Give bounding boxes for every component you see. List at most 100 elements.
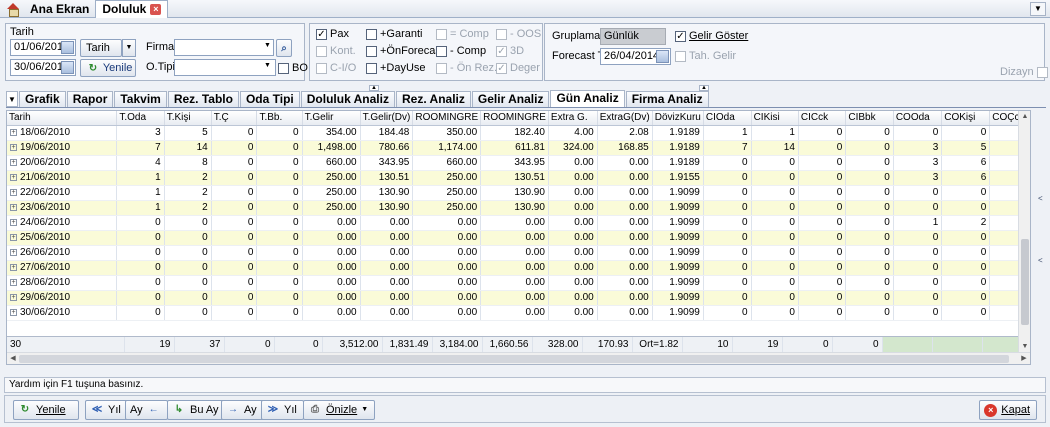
tab-takvim[interactable]: Takvim [114, 91, 167, 107]
chevron-down-icon[interactable]: ▼ [264, 42, 271, 49]
chevron-down-icon[interactable]: ▼ [1030, 2, 1046, 16]
pax-checkbox[interactable]: ✓ Pax [316, 28, 349, 40]
expand-icon[interactable]: + [10, 248, 17, 256]
expand-icon[interactable]: + [10, 293, 17, 301]
column-header[interactable]: Extra G. [548, 111, 598, 126]
table-row[interactable]: +30/06/2010 0 0 0 0 0.00 0.00 0.00 0.00 0.00 0.00 1… [7, 305, 1030, 321]
tab-rez-tablo[interactable]: Rez. Tablo [167, 91, 239, 107]
forecast-date-input[interactable]: 26/04/2014 [600, 48, 671, 65]
chevron-down-icon[interactable]: ▼ [361, 401, 368, 419]
table-row[interactable]: +23/06/2010 1 2 0 0 250.00 130.90 250.00 130.90 0… [7, 200, 1030, 216]
tab-oda-tipi[interactable]: Oda Tipi [239, 91, 300, 107]
prev-month-button[interactable]: Ay ← [125, 400, 168, 420]
calendar-icon[interactable] [656, 50, 669, 63]
expand-icon[interactable]: + [10, 143, 17, 151]
table-row[interactable]: +24/06/2010 0 0 0 0 0.00 0.00 0.00 0.00 0.00 0.00 1… [7, 215, 1030, 231]
garanti-checkbox[interactable]: +Garanti [366, 28, 423, 40]
calendar-icon[interactable] [61, 41, 74, 54]
expand-icon[interactable]: + [10, 188, 17, 196]
close-icon[interactable]: × [150, 3, 162, 15]
column-header[interactable]: CIKisi [751, 111, 799, 126]
scroll-right-icon[interactable]: ▶ [1018, 353, 1030, 364]
gelir-goster-checkbox[interactable]: ✓ Gelir Göster [675, 30, 748, 42]
chevron-left-icon[interactable]: < [1038, 194, 1047, 208]
scroll-left-icon[interactable]: ◀ [7, 353, 19, 364]
preview-button[interactable]: ⎙ Önizle ▼ [303, 400, 376, 420]
column-header[interactable]: Tarih [7, 111, 118, 126]
dayuse-checkbox[interactable]: +DayUse [366, 62, 426, 74]
horizontal-scrollbar[interactable]: ◀ ▶ [7, 352, 1030, 364]
close-button[interactable]: × Kapat [979, 400, 1037, 420]
search-button[interactable]: ⌕ [276, 39, 292, 57]
expand-icon[interactable]: + [10, 218, 17, 226]
tab-ana-ekran[interactable]: Ana Ekran [24, 0, 95, 18]
tab-firma-analiz[interactable]: Firma Analiz [625, 91, 709, 107]
bo-checkbox[interactable]: BO [278, 62, 308, 74]
date-to-input[interactable]: 30/06/2010 [10, 59, 76, 76]
next-month-button[interactable]: → Ay [221, 400, 264, 420]
onforecast-checkbox[interactable]: +ÖnForecast [366, 45, 444, 57]
column-header[interactable]: ExtraG(Dv) [597, 111, 653, 126]
table-row[interactable]: +28/06/2010 0 0 0 0 0.00 0.00 0.00 0.00 0.00 0.00 1… [7, 275, 1030, 291]
column-header[interactable]: T.Kişi [164, 111, 212, 126]
column-header[interactable]: ROOMINGRE [412, 111, 482, 126]
table-row[interactable]: +18/06/2010 3 5 0 0 354.00 184.48 350.00 182.40 4… [7, 125, 1030, 141]
table-row[interactable]: +29/06/2010 0 0 0 0 0.00 0.00 0.00 0.00 0.00 0.00 1… [7, 290, 1030, 306]
calendar-icon[interactable] [61, 61, 74, 74]
expand-icon[interactable]: + [10, 173, 17, 181]
vertical-scroll-thumb[interactable] [1021, 239, 1029, 325]
column-header[interactable]: ROOMINGRE [480, 111, 549, 126]
column-header[interactable]: T.Gelir [302, 111, 361, 126]
scroll-up-icon[interactable]: ▲ [1019, 111, 1030, 123]
date-from-input[interactable]: 01/06/2010 [10, 39, 76, 56]
expand-icon[interactable]: + [10, 263, 17, 271]
otipi-select[interactable] [174, 59, 276, 76]
table-row[interactable]: +27/06/2010 0 0 0 0 0.00 0.00 0.00 0.00 0.00 0.00 1… [7, 260, 1030, 276]
expand-icon[interactable]: + [10, 233, 17, 241]
table-row[interactable]: +19/06/2010 7 14 0 0 1,498.00 780.66 1,174.00 61… [7, 140, 1030, 156]
column-header[interactable]: T.Bb. [256, 111, 303, 126]
column-header[interactable]: COKişi [941, 111, 991, 126]
tab-grafik[interactable]: Grafik [19, 91, 66, 107]
horizontal-scroll-thumb[interactable] [19, 355, 1009, 363]
column-header[interactable]: COOda [893, 111, 943, 126]
this-month-button[interactable]: ↳ Bu Ay [167, 400, 226, 420]
expand-icon[interactable]: + [10, 278, 17, 286]
prev-year-button[interactable]: ≪ Yıl [85, 400, 128, 420]
expand-icon[interactable]: + [10, 128, 17, 136]
column-header[interactable]: CIOda [703, 111, 752, 126]
table-row[interactable]: +26/06/2010 0 0 0 0 0.00 0.00 0.00 0.00 0.00 0.00 1… [7, 245, 1030, 261]
chevron-down-icon[interactable]: ▼ [264, 62, 271, 69]
column-header[interactable]: T.Oda [116, 111, 165, 126]
chevron-down-icon[interactable]: ▼ [6, 91, 18, 107]
comp-minus-checkbox[interactable]: - Comp [436, 45, 486, 57]
tab-rez-analiz[interactable]: Rez. Analiz [395, 91, 471, 107]
tab-doluluk-analiz[interactable]: Doluluk Analiz [300, 91, 395, 107]
refresh-button[interactable]: ↻ Yenile [13, 400, 79, 420]
column-header[interactable]: T.Gelir(Dv) [360, 111, 414, 126]
table-row[interactable]: +20/06/2010 4 8 0 0 660.00 343.95 660.00 343.95 0… [7, 155, 1030, 171]
refresh-filter-button[interactable]: ↻ Yenile [80, 59, 136, 77]
gruplama-select[interactable]: Günlük [600, 28, 666, 45]
vertical-scrollbar[interactable]: ▲ ▼ [1018, 111, 1030, 353]
table-row[interactable]: +22/06/2010 1 2 0 0 250.00 130.90 250.00 130.90 0… [7, 185, 1030, 201]
tab-doluluk[interactable]: Doluluk × [95, 0, 169, 18]
column-header[interactable]: T.Ç [211, 111, 258, 126]
tab-gelir-analiz[interactable]: Gelir Analiz [471, 91, 550, 107]
table-row[interactable]: +21/06/2010 1 2 0 0 250.00 130.51 250.00 130.51 0… [7, 170, 1030, 186]
table-row[interactable]: +25/06/2010 0 0 0 0 0.00 0.00 0.00 0.00 0.00 0.00 1… [7, 230, 1030, 246]
date-mode-button[interactable]: Tarih [80, 39, 122, 57]
tab-gun-analiz[interactable]: Gün Analiz [550, 90, 625, 107]
tab-rapor[interactable]: Rapor [66, 91, 114, 107]
next-year-button[interactable]: ≫ Yıl [261, 400, 304, 420]
bo-checkbox-box[interactable] [278, 62, 289, 74]
date-mode-dropdown[interactable]: ▼ [122, 39, 136, 57]
column-header[interactable]: DövizKuru [652, 111, 704, 126]
expand-icon[interactable]: + [10, 158, 17, 166]
column-header[interactable]: CIBbk [845, 111, 894, 126]
column-header[interactable]: CICck [798, 111, 847, 126]
chevron-left-icon[interactable]: < [1038, 256, 1047, 270]
expand-icon[interactable]: + [10, 308, 17, 316]
expand-icon[interactable]: + [10, 203, 17, 211]
firma-select[interactable] [174, 39, 274, 56]
